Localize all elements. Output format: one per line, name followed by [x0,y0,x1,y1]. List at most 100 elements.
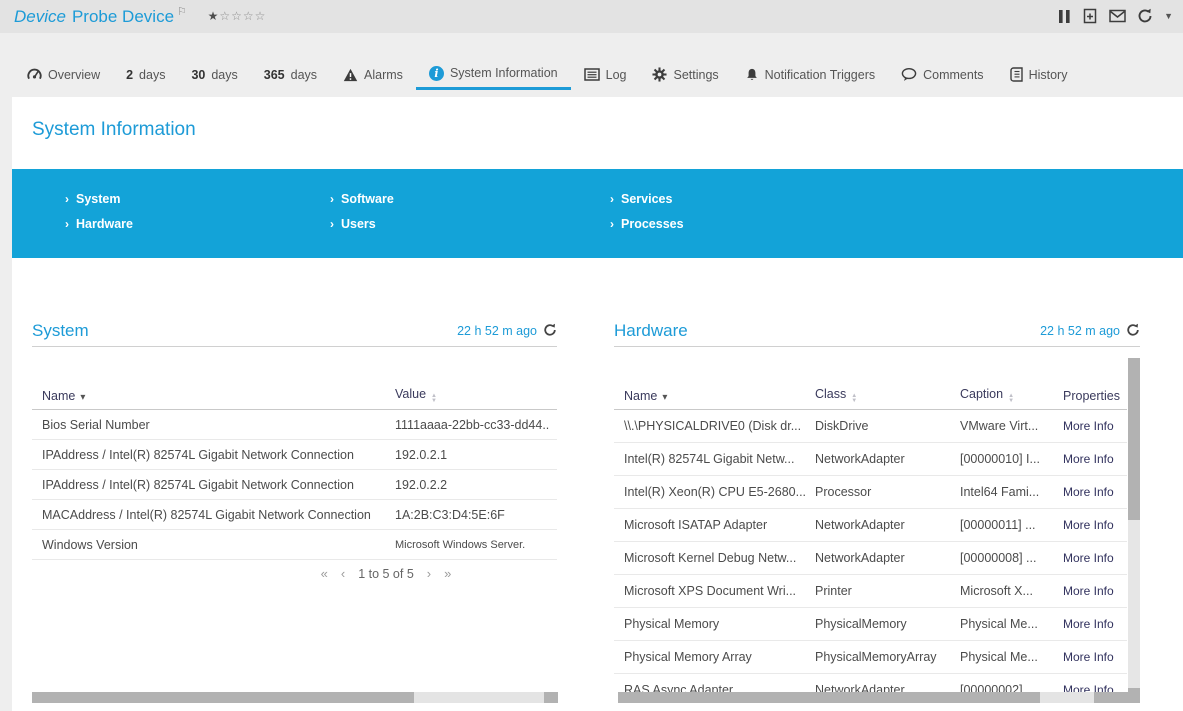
tab-system-information[interactable]: i System Information [415,59,571,90]
priority-rating[interactable]: ★☆☆☆☆ [208,9,267,23]
quicklink-label: Users [341,217,376,231]
tab-label: Settings [673,67,719,82]
next-page-button[interactable]: › [427,566,431,581]
more-info-link[interactable]: More Info [1063,650,1127,664]
tab-settings[interactable]: Settings [639,59,731,90]
prev-page-button[interactable]: ‹ [341,566,345,581]
table-row[interactable]: MACAddress / Intel(R) 82574L Gigabit Net… [32,500,557,530]
tab-30-days[interactable]: 30 days [178,59,250,90]
column-header-name[interactable]: Name ▾ [614,389,815,403]
row-name: Physical Memory [624,617,720,631]
column-header-caption[interactable]: Caption ▲ ▼ [960,387,1063,404]
table-row[interactable]: Physical Memory PhysicalMemory Physical … [614,608,1127,641]
hardware-panel-header: Hardware 22 h 52 m ago [614,316,1140,347]
tab-alarms[interactable]: Alarms [330,59,416,90]
hardware-table-body: \\.\PHYSICALDRIVE0 (Disk dr... DiskDrive… [614,410,1127,703]
tab-history[interactable]: History [997,59,1081,90]
star-filled-icon[interactable]: ★ [208,9,220,23]
first-page-button[interactable]: « [321,566,328,581]
add-report-icon[interactable] [1082,8,1098,24]
star-empty-icons[interactable]: ☆☆☆☆ [219,9,266,23]
chevron-right-icon: › [610,217,614,231]
table-row[interactable]: Microsoft ISATAP Adapter NetworkAdapter … [614,509,1127,542]
scrollbar-thumb[interactable] [618,692,1040,703]
column-header-properties[interactable]: Properties [1063,389,1127,403]
table-row[interactable]: Intel(R) Xeon(R) CPU E5-2680... Processo… [614,476,1127,509]
table-row[interactable]: Microsoft Kernel Debug Netw... NetworkAd… [614,542,1127,575]
pause-icon[interactable] [1058,9,1071,24]
pagination-label: 1 to 5 of 5 [358,566,414,581]
more-info-link[interactable]: More Info [1063,551,1127,565]
row-class: NetworkAdapter [815,452,905,466]
hardware-horizontal-scrollbar[interactable] [618,692,1140,703]
refresh-icon[interactable] [1137,8,1153,24]
tab-2-days[interactable]: 2 days [113,59,178,90]
hardware-vertical-scrollbar[interactable] [1128,358,1140,703]
column-header-value[interactable]: Value ▲ ▼ [395,387,557,404]
row-class: Printer [815,584,852,598]
tab-notification-triggers[interactable]: Notification Triggers [732,59,888,90]
more-info-link[interactable]: More Info [1063,452,1127,466]
column-header-name[interactable]: Name ▾ [32,389,395,403]
more-info-link[interactable]: More Info [1063,485,1127,499]
quicklink-processes[interactable]: › Processes [610,216,684,232]
scrollbar-thumb[interactable] [32,692,414,703]
sort-icon: ▲ ▼ [851,393,858,404]
tab-label: days [290,67,318,82]
column-header-class[interactable]: Class ▲ ▼ [815,387,960,404]
table-row[interactable]: Windows Version Microsoft Windows Server… [32,530,557,560]
quicklink-software[interactable]: › Software [330,191,394,207]
table-row[interactable]: Physical Memory Array PhysicalMemoryArra… [614,641,1127,674]
caret-down-icon[interactable]: ▼ [1164,11,1173,21]
more-info-link[interactable]: More Info [1063,518,1127,532]
hardware-updated-text: 22 h 52 m ago [1040,324,1120,338]
quicklink-hardware[interactable]: › Hardware [65,216,133,232]
row-caption: [00000011] ... [960,518,1036,532]
tab-label: days [139,67,166,82]
tab-bar: Overview 2 days 30 days 365 days Alarms i S… [14,59,1080,90]
flag-icon[interactable]: ⚐ [177,6,187,18]
row-name: IPAddress / Intel(R) 82574L Gigabit Netw… [42,447,354,462]
tab-num: 2 [126,67,134,82]
table-row[interactable]: Bios Serial Number 1111aaaa-22bb-cc33-dd… [32,410,557,440]
row-caption: Microsoft X... [960,584,1033,598]
tab-label: Log [605,67,627,82]
row-name: MACAddress / Intel(R) 82574L Gigabit Net… [42,507,371,522]
scrollbar-thumb[interactable] [1128,358,1140,520]
quicklink-users[interactable]: › Users [330,216,394,232]
page-heading-card: System Information [12,97,1183,169]
tab-365-days[interactable]: 365 days [251,59,330,90]
more-info-link[interactable]: More Info [1063,584,1127,598]
quicklink-services[interactable]: › Services [610,191,684,207]
table-row[interactable]: Intel(R) 82574L Gigabit Netw... NetworkA… [614,443,1127,476]
scrollbar-button[interactable] [1128,688,1140,703]
system-table-body: Bios Serial Number 1111aaaa-22bb-cc33-dd… [32,410,557,560]
last-page-button[interactable]: » [444,566,451,581]
system-table-header: Name ▾ Value ▲ ▼ [32,382,557,410]
more-info-link[interactable]: More Info [1063,617,1127,631]
row-name: Bios Serial Number [42,417,150,432]
scrollbar-button[interactable] [544,692,558,703]
email-icon[interactable] [1109,9,1126,23]
row-name: Physical Memory Array [624,650,752,664]
more-info-link[interactable]: More Info [1063,419,1127,433]
tab-label: Notification Triggers [764,67,876,82]
table-row[interactable]: IPAddress / Intel(R) 82574L Gigabit Netw… [32,440,557,470]
table-row[interactable]: IPAddress / Intel(R) 82574L Gigabit Netw… [32,470,557,500]
system-horizontal-scrollbar[interactable] [32,692,558,703]
tab-comments[interactable]: Comments [888,59,996,90]
refresh-icon[interactable] [543,323,557,340]
chevron-right-icon: › [330,217,334,231]
sort-desc-icon: ▾ [80,391,86,403]
log-icon [583,68,600,81]
row-class: NetworkAdapter [815,518,905,532]
system-panel-title: System [32,321,89,340]
row-caption: Physical Me... [960,617,1038,631]
table-row[interactable]: \\.\PHYSICALDRIVE0 (Disk dr... DiskDrive… [614,410,1127,443]
quicklink-system[interactable]: › System [65,191,133,207]
refresh-icon[interactable] [1126,323,1140,340]
tab-log[interactable]: Log [571,59,640,90]
table-row[interactable]: Microsoft XPS Document Wri... Printer Mi… [614,575,1127,608]
tab-overview[interactable]: Overview [14,59,113,90]
row-caption: Physical Me... [960,650,1038,664]
